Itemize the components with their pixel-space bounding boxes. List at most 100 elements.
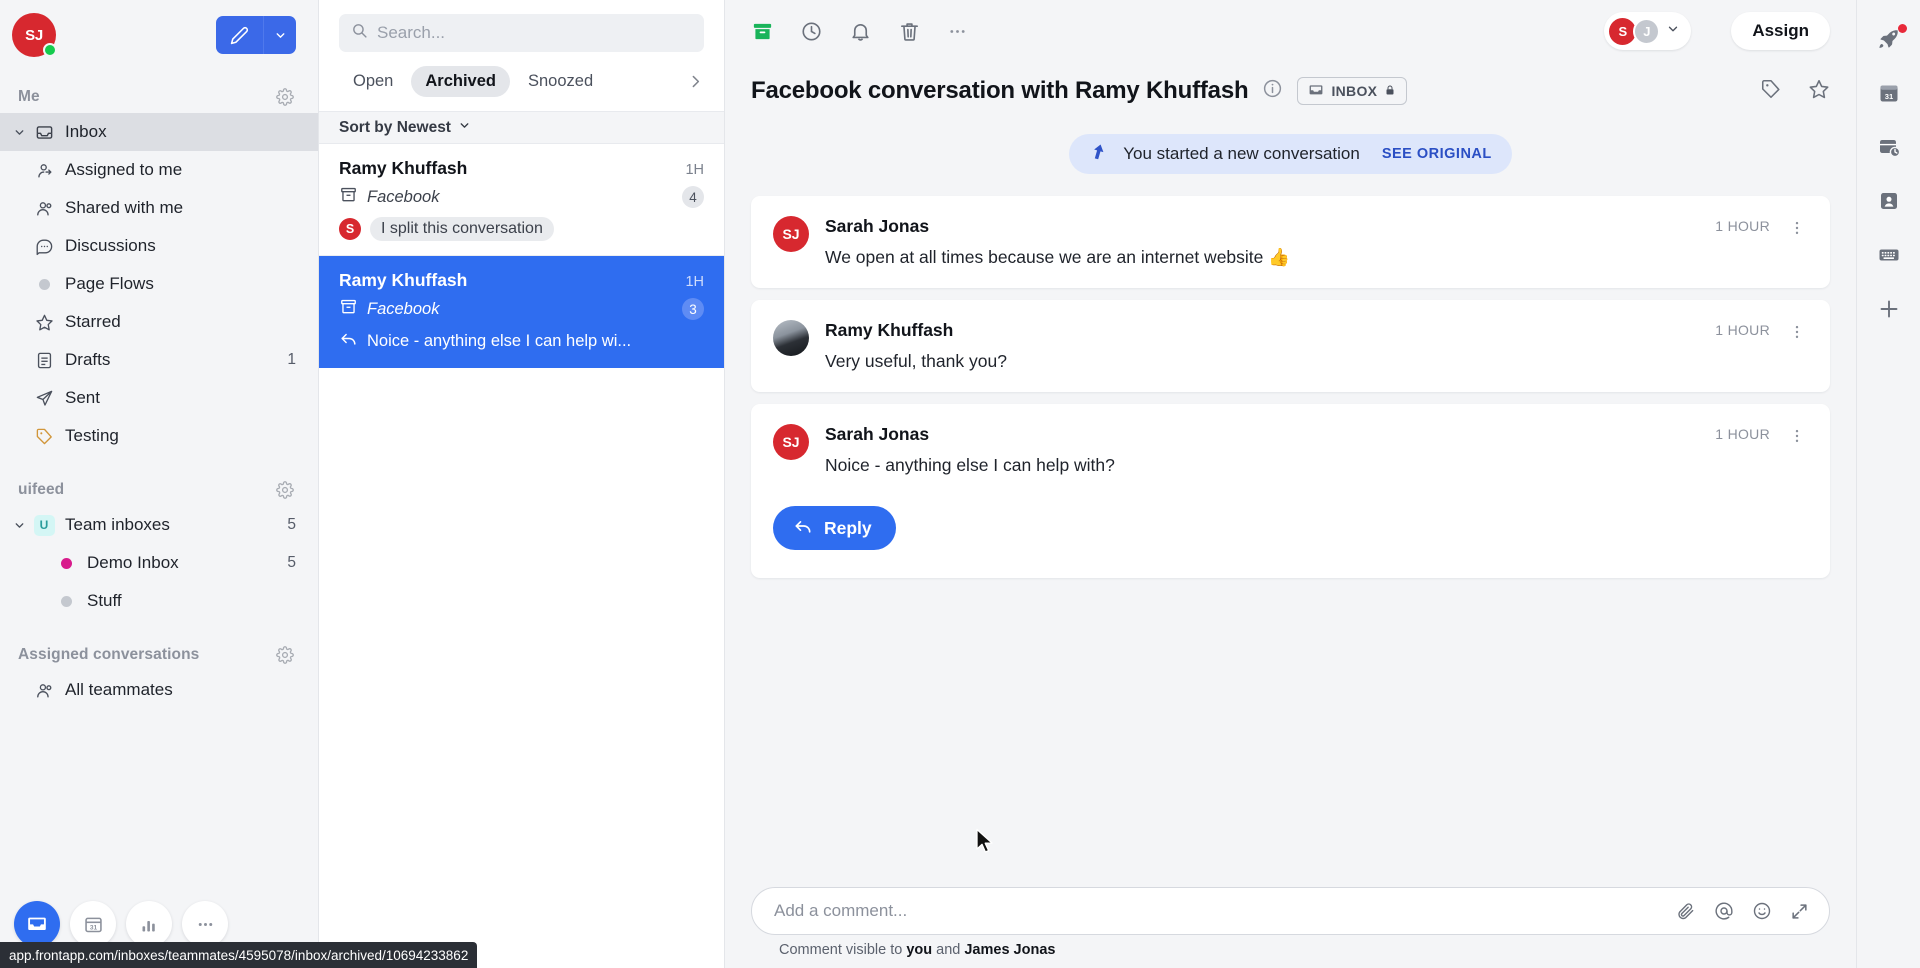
comment-composer: Comment visible to you and James Jonas: [725, 887, 1856, 968]
chevron-down-icon[interactable]: [8, 519, 30, 532]
system-banner: You started a new conversation SEE ORIGI…: [1069, 134, 1512, 174]
sidebar-item-page-flows[interactable]: Page Flows: [0, 265, 318, 303]
clock-icon[interactable]: [800, 20, 823, 43]
sidebar-item-label: Discussions: [65, 236, 156, 255]
sidebar-item-label: Team inboxes: [65, 515, 170, 534]
sidebar-item-label: Demo Inbox: [87, 553, 179, 572]
list-item[interactable]: Ramy Khuffash 1H Facebook 4 S I split th…: [319, 144, 724, 256]
sidebar-item-sent[interactable]: Sent: [0, 379, 318, 417]
sidebar-item-team-inboxes[interactable]: U Team inboxes 5: [0, 506, 318, 544]
vertical-ellipsis-icon[interactable]: [1788, 426, 1806, 445]
assign-button[interactable]: Assign: [1731, 12, 1830, 50]
shared-users-icon: [30, 681, 58, 700]
sidebar-item-testing[interactable]: Testing: [0, 417, 318, 455]
sort-label: Sort by Newest: [339, 118, 451, 136]
compose-options-button[interactable]: [263, 16, 296, 54]
sidebar-item-demo-inbox[interactable]: Demo Inbox 5: [0, 544, 318, 582]
gear-icon[interactable]: [276, 481, 294, 499]
user-avatar[interactable]: SJ: [12, 13, 57, 57]
more-apps-button[interactable]: [182, 901, 228, 947]
snooze-plugin-button[interactable]: [1866, 124, 1912, 170]
sidebar-item-label: Assigned to me: [65, 160, 183, 179]
sidebar-item-all-teammates[interactable]: All teammates: [0, 671, 318, 709]
contacts-plugin-button[interactable]: [1866, 178, 1912, 224]
info-circle-icon[interactable]: [1262, 78, 1283, 104]
trash-icon[interactable]: [898, 20, 921, 43]
sidebar-item-label: Testing: [65, 426, 119, 445]
sidebar-item-count: 1: [287, 351, 296, 368]
chevron-right-icon[interactable]: [687, 73, 704, 90]
inbox-tag[interactable]: INBOX: [1297, 77, 1408, 105]
team-badge-icon: U: [30, 514, 58, 536]
message-timestamp: 1 HOUR: [1715, 322, 1770, 338]
more-actions-icon[interactable]: [947, 21, 968, 42]
svg-text:31: 31: [89, 924, 97, 931]
reply-button[interactable]: Reply: [773, 506, 896, 550]
inbox-icon: [1308, 82, 1324, 101]
calendar-app-button[interactable]: 31: [70, 901, 116, 947]
chat-bubble-icon: [30, 237, 58, 256]
right-plugin-rail: 31: [1856, 0, 1920, 968]
conversation-message-count: 3: [682, 298, 704, 320]
emoji-icon[interactable]: [1752, 901, 1772, 921]
tab-snoozed[interactable]: Snoozed: [514, 66, 607, 97]
inbox-icon: [30, 123, 58, 142]
sidebar-item-label: Inbox: [65, 122, 107, 141]
rocket-plugin-button[interactable]: [1866, 16, 1912, 62]
expand-icon[interactable]: [1790, 902, 1809, 921]
reply-arrow-icon: [339, 329, 358, 353]
calendar-plugin-button[interactable]: 31: [1866, 70, 1912, 116]
assignee-selector[interactable]: S J: [1604, 12, 1692, 50]
sidebar-item-discussions[interactable]: Discussions: [0, 227, 318, 265]
compose-button[interactable]: [216, 16, 263, 54]
list-item[interactable]: Ramy Khuffash 1H Facebook 3 Noice - anyt…: [319, 256, 724, 368]
vertical-ellipsis-icon[interactable]: [1788, 322, 1806, 341]
sidebar-item-label: Drafts: [65, 350, 111, 369]
archive-box-icon: [339, 185, 358, 209]
tab-open[interactable]: Open: [339, 66, 407, 97]
comment-input-box[interactable]: [751, 887, 1830, 935]
archive-filled-icon[interactable]: [751, 20, 774, 43]
archive-box-icon: [339, 297, 358, 321]
note-you: you: [906, 942, 933, 958]
tab-archived[interactable]: Archived: [411, 66, 510, 97]
avatar: [773, 320, 809, 356]
message-card: Ramy Khuffash Very useful, thank you? 1 …: [751, 300, 1830, 392]
search-box[interactable]: [339, 14, 704, 52]
sidebar-item-stuff[interactable]: Stuff: [0, 582, 318, 620]
sidebar-section-me: Me: [0, 76, 318, 113]
bell-icon[interactable]: [849, 20, 872, 43]
sidebar-item-assigned-to-me[interactable]: Assigned to me: [0, 151, 318, 189]
star-conversation-button[interactable]: [1808, 78, 1830, 105]
mention-at-icon[interactable]: [1714, 901, 1734, 921]
message-text: Very useful, thank you?: [825, 351, 1007, 371]
vertical-ellipsis-icon[interactable]: [1788, 218, 1806, 237]
notification-badge-dot: [1897, 24, 1907, 33]
sidebar-item-drafts[interactable]: Drafts 1: [0, 341, 318, 379]
front-app-window: SJ Me Inbox Assigned to me Shared with m…: [0, 0, 1920, 968]
gear-icon[interactable]: [276, 88, 294, 106]
shared-users-icon: [30, 199, 58, 218]
attachment-icon[interactable]: [1676, 901, 1696, 921]
conversation-sender: Ramy Khuffash: [339, 270, 468, 290]
shortcuts-plugin-button[interactable]: [1866, 232, 1912, 278]
conversation-list-panel: Open Archived Snoozed Sort by Newest Ram…: [319, 0, 725, 968]
presence-online-icon: [43, 43, 57, 57]
sort-selector[interactable]: Sort by Newest: [319, 111, 724, 144]
tag-conversation-button[interactable]: [1760, 78, 1782, 105]
search-input[interactable]: [377, 23, 692, 43]
chevron-down-icon[interactable]: [8, 126, 30, 139]
see-original-link[interactable]: SEE ORIGINAL: [1382, 146, 1492, 162]
sidebar-item-inbox[interactable]: Inbox: [0, 113, 318, 151]
sidebar-item-starred[interactable]: Starred: [0, 303, 318, 341]
conversation-panel: S J Assign Facebook conversation with Ra…: [725, 0, 1856, 968]
inbox-app-button[interactable]: [14, 901, 60, 947]
analytics-app-button[interactable]: [126, 901, 172, 947]
gear-icon[interactable]: [276, 646, 294, 664]
status-url-bar: app.frontapp.com/inboxes/teammates/45950…: [0, 942, 478, 968]
add-plugin-button[interactable]: [1866, 286, 1912, 332]
comment-input[interactable]: [774, 901, 1676, 921]
left-sidebar: SJ Me Inbox Assigned to me Shared with m…: [0, 0, 478, 968]
sidebar-item-shared-with-me[interactable]: Shared with me: [0, 189, 318, 227]
avatar: SJ: [773, 216, 809, 252]
